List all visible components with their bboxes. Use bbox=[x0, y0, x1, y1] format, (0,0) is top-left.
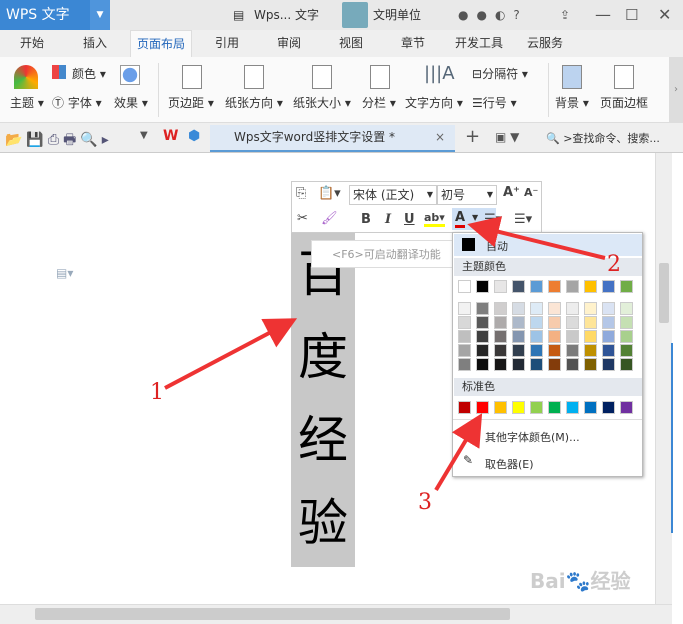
arrow-3 bbox=[434, 413, 483, 492]
annotation-arrows bbox=[164, 216, 606, 492]
arrow-1 bbox=[164, 318, 298, 390]
annotation-1: 1 bbox=[150, 380, 164, 405]
annotation-3: 3 bbox=[418, 490, 432, 515]
annotation-2: 2 bbox=[607, 252, 621, 277]
baidu-watermark: Bai🐾经验 bbox=[530, 569, 631, 593]
arrow-2 bbox=[467, 216, 606, 260]
